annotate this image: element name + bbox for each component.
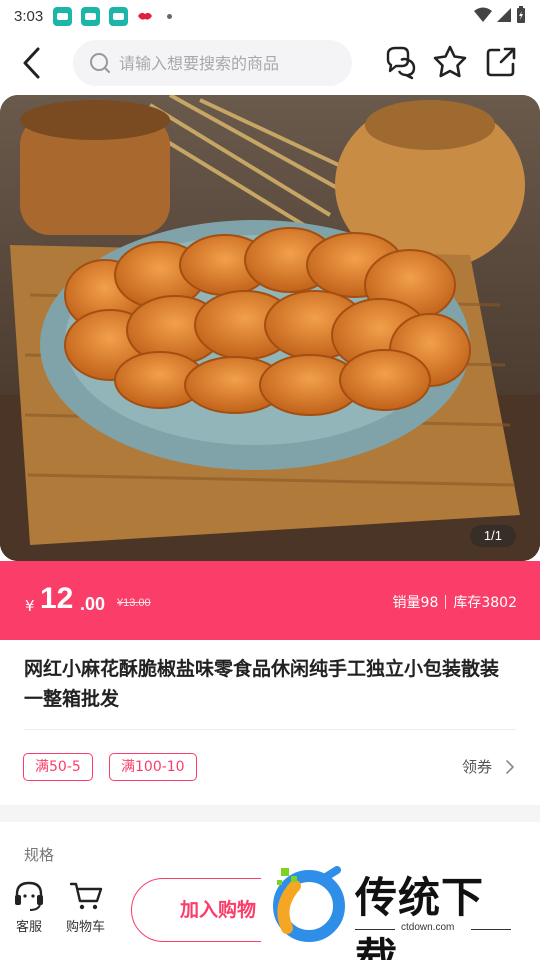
price-band: ¥ 12 .00 ¥13.00 销量98 库存3802 <box>0 561 540 640</box>
get-coupon-label: 领券 <box>461 758 492 776</box>
product-photo <box>0 95 540 561</box>
customer-service-chat-icon[interactable] <box>382 44 418 80</box>
divider <box>471 929 511 930</box>
headset-icon <box>15 881 43 911</box>
image-counter: 1/1 <box>469 525 516 547</box>
customer-service-label: 客服 <box>15 920 42 935</box>
signal-icon <box>497 8 511 22</box>
car-app-notification-icon <box>81 6 101 26</box>
sales-stock: 销量98 库存3802 <box>393 592 517 612</box>
search-icon <box>90 53 110 73</box>
search-box[interactable] <box>73 40 352 86</box>
top-header <box>0 32 540 94</box>
customer-service-button[interactable]: 客服 <box>12 880 46 935</box>
get-coupon-button[interactable]: 领券 <box>462 756 514 777</box>
share-icon[interactable] <box>483 44 519 80</box>
coupon-tag[interactable]: 满50-5 <box>23 753 93 781</box>
watermark: 传统下载 ctdown.com <box>261 858 523 960</box>
section-gap <box>0 805 540 822</box>
status-right-group <box>474 6 526 24</box>
product-title: 网红小麻花酥脆椒盐味零食品休闲纯手工独立小包装散装一整箱批发 <box>24 658 500 710</box>
status-bar: 3:03 <box>0 0 540 32</box>
watermark-logo-icon <box>273 866 345 942</box>
spec-label[interactable]: 规格 <box>24 844 54 865</box>
back-arrow-icon[interactable] <box>18 46 46 80</box>
lips-notification-icon <box>138 12 153 20</box>
more-notifications-dot-icon <box>167 13 173 19</box>
divider <box>24 729 516 730</box>
watermark-title: 传统下载 <box>355 873 485 960</box>
status-time: 3:03 <box>14 7 44 25</box>
divider <box>445 595 447 609</box>
car-app-notification-icon <box>109 6 129 26</box>
price-decimal: .00 <box>80 594 106 614</box>
product-image[interactable]: 1/1 <box>0 95 540 561</box>
car-app-notification-icon <box>53 6 73 26</box>
wifi-icon <box>474 7 492 22</box>
cart-label: 购物车 <box>66 920 106 935</box>
cart-button[interactable]: 购物车 <box>66 880 105 935</box>
shopping-cart-icon <box>69 882 102 910</box>
sales-count: 销量98 <box>392 595 439 611</box>
chevron-right-icon <box>506 759 514 774</box>
price-integer: 12 <box>40 582 74 615</box>
search-input[interactable] <box>119 53 339 73</box>
divider <box>355 929 395 930</box>
battery-icon <box>517 6 525 23</box>
title-card: 网红小麻花酥脆椒盐味零食品休闲纯手工独立小包装散装一整箱批发 满50-5 满10… <box>0 640 540 805</box>
favorite-star-icon[interactable] <box>432 44 468 80</box>
coupon-tag[interactable]: 满100-10 <box>109 753 197 781</box>
price-currency: ¥ <box>25 597 35 615</box>
stock-count: 库存3802 <box>453 595 517 611</box>
watermark-url: ctdown.com <box>401 922 455 933</box>
original-price: ¥13.00 <box>117 597 151 609</box>
